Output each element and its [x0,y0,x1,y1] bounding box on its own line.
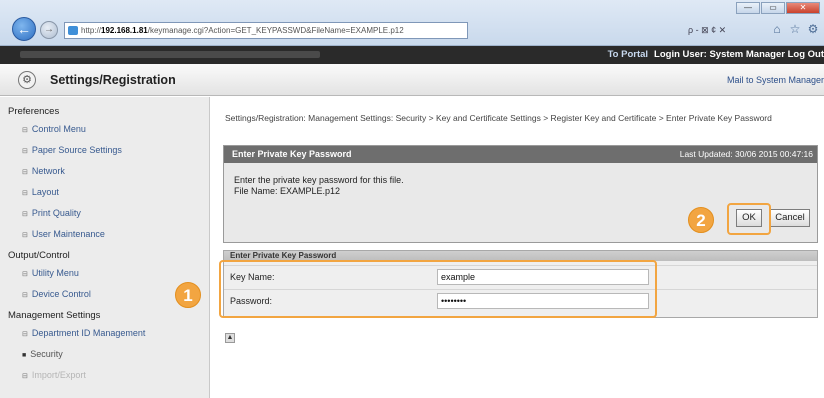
sidebar-item-paper-source-settings[interactable]: ⊟ Paper Source Settings [0,140,209,161]
sidebar-item-network[interactable]: ⊟ Network [0,161,209,182]
forward-button[interactable]: → [40,21,58,39]
address-controls[interactable]: ρ - ⊠ ¢ ✕ [688,22,726,39]
panel-header: Enter Private Key Password Last Updated:… [224,146,817,163]
callout-number-2: 2 [688,207,714,233]
tools-icon[interactable]: ⚙ [806,22,820,36]
callout-highlight-ok [727,203,771,235]
user-links: To Portal Login User: System Manager Log … [608,46,824,64]
sidebar-section-management-settings: Management Settings [8,310,101,321]
sidebar-item-import-export[interactable]: ⊟ Import/Export [0,365,209,386]
portal-link[interactable]: To Portal [608,49,648,60]
page-title: Settings/Registration [50,73,176,87]
panel-title: Enter Private Key Password [232,149,352,159]
file-name-text: File Name: EXAMPLE.p12 [234,186,341,196]
window-controls: — ▭ ✕ [736,2,820,14]
sidebar-item-label: Utility Menu [31,268,79,278]
bullet-icon: ⊟ [22,190,28,197]
expand-toggle-icon[interactable]: ▲ [225,333,235,343]
mail-to-system-manager-link[interactable]: Mail to System Manager [727,75,824,85]
sidebar-item-control-menu[interactable]: ⊟ Control Menu [0,119,209,140]
bullet-icon: ⊟ [22,127,28,134]
bullet-icon: ⊟ [22,211,28,218]
bullet-icon: ⊟ [22,271,28,278]
address-host: 192.168.1.81 [101,26,148,35]
back-button[interactable]: ← [12,17,36,41]
address-bar[interactable]: http://192.168.1.81/keymanage.cgi?Action… [64,22,468,39]
instruction-text: Enter the private key password for this … [234,175,404,185]
sidebar-item-security[interactable]: ■ Security [0,344,209,365]
sidebar-item-label: Layout [31,187,59,197]
sidebar-section-output-control: Output/Control [8,250,70,261]
home-icon[interactable]: ⌂ [770,22,784,36]
bullet-icon: ⊟ [22,373,28,380]
product-banner [20,51,320,58]
bullet-icon: ⊟ [22,232,28,239]
bullet-icon: ⊟ [22,292,28,299]
sidebar-item-print-quality[interactable]: ⊟ Print Quality [0,203,209,224]
minimize-button[interactable]: — [736,2,760,14]
sidebar-item-label: Control Menu [31,124,86,134]
login-user-text[interactable]: Login User: System Manager Log Out [654,49,824,60]
address-path: /keymanage.cgi?Action=GET_KEYPASSWD&File… [147,26,404,35]
sidebar-item-label: Security [30,349,63,359]
maximize-button[interactable]: ▭ [761,2,785,14]
sidebar-item-label: User Maintenance [31,229,105,239]
sidebar-section-preferences: Preferences [8,106,60,117]
callout-highlight-form [219,260,657,318]
close-button[interactable]: ✕ [786,2,820,14]
cancel-button[interactable]: Cancel [770,209,810,227]
page-titlebar: ⚙ Settings/Registration Mail to System M… [0,64,824,96]
panel-instructions: Enter the private key password for this … [224,163,817,197]
sidebar-item-label: Network [31,166,65,176]
sidebar-item-department-id-management[interactable]: ⊟ Department ID Management [0,323,209,344]
top-bar: To Portal Login User: System Manager Log … [0,46,824,64]
browser-chrome: — ▭ ✕ ← → http://192.168.1.81/keymanage.… [0,0,824,46]
sidebar-item-label: Import/Export [31,370,86,380]
favorites-icon[interactable]: ☆ [788,22,802,36]
bullet-icon: ⊟ [22,148,28,155]
site-icon [68,26,78,35]
bullet-icon: ⊟ [22,169,28,176]
address-prefix: http:// [81,26,102,35]
sidebar-item-label: Device Control [31,289,91,299]
bullet-icon: ⊟ [22,331,28,338]
breadcrumb: Settings/Registration: Management Settin… [225,113,772,123]
sidebar-item-user-maintenance[interactable]: ⊟ User Maintenance [0,224,209,245]
bullet-icon: ■ [22,352,27,359]
settings-icon: ⚙ [18,71,36,89]
last-updated: Last Updated: 30/06 2015 00:47:16 [679,149,813,159]
sidebar-item-label: Paper Source Settings [31,145,122,155]
sidebar-item-layout[interactable]: ⊟ Layout [0,182,209,203]
sidebar: Preferences ⊟ Control Menu ⊟ Paper Source … [0,97,210,398]
sidebar-item-label: Print Quality [31,208,81,218]
callout-number-1: 1 [175,282,201,308]
sidebar-item-utility-menu[interactable]: ⊟ Utility Menu [0,263,209,284]
sidebar-item-label: Department ID Management [31,328,146,338]
